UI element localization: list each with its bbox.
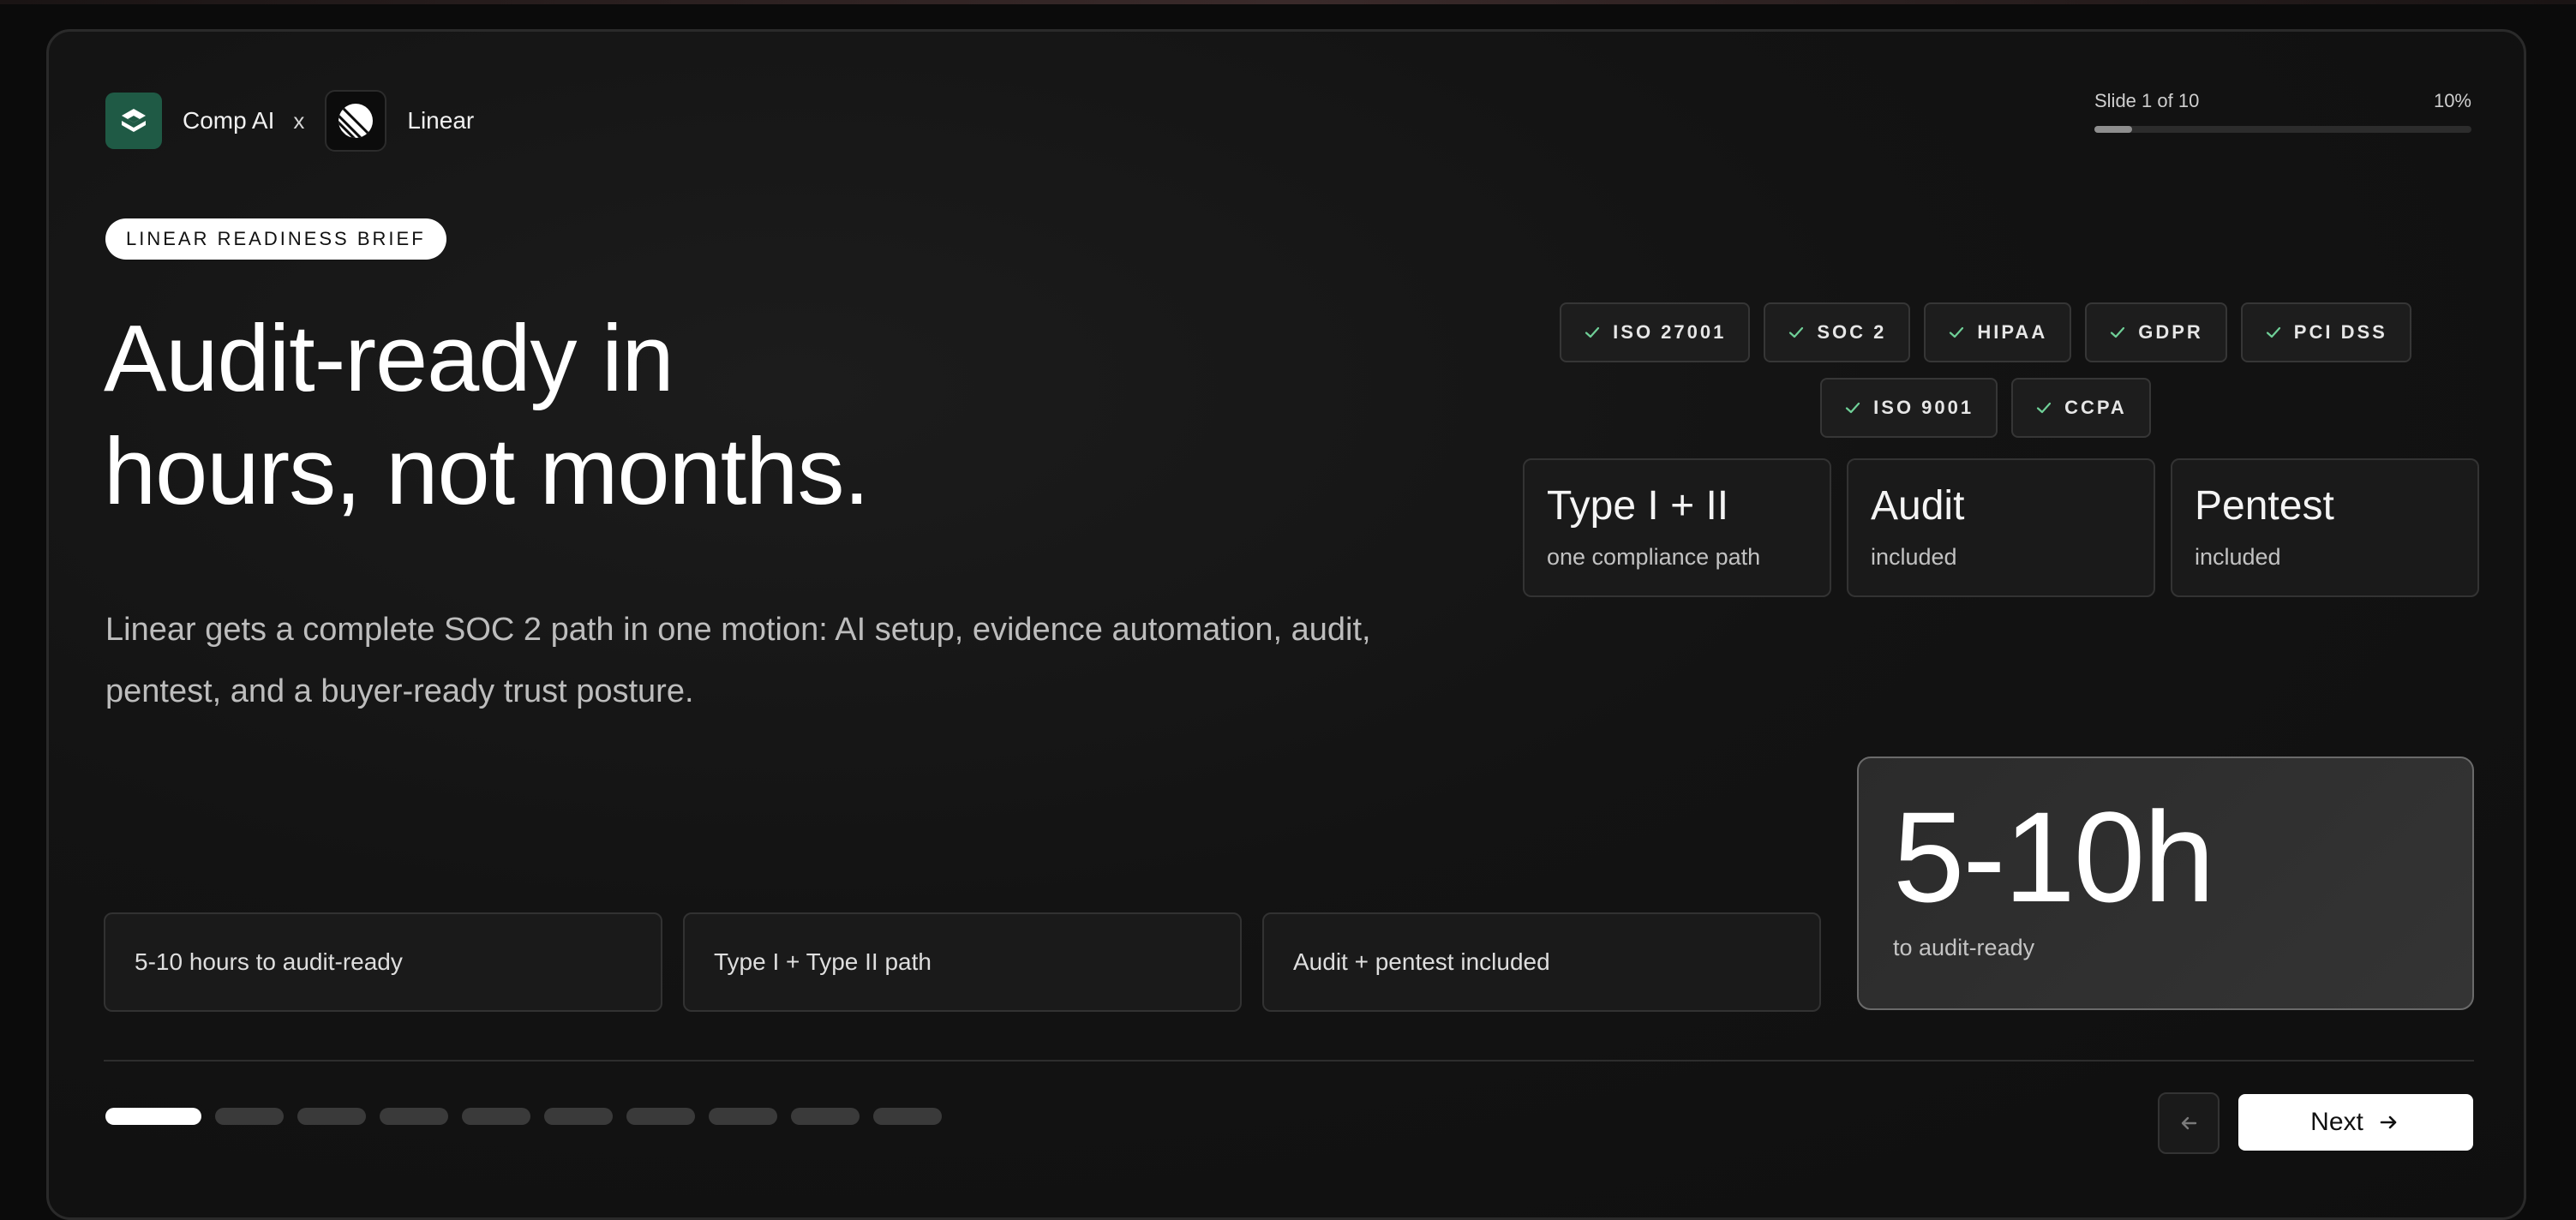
certification-chip: CCPA <box>2011 378 2151 438</box>
pager-dot-active[interactable] <box>105 1108 201 1125</box>
footer-divider <box>104 1060 2474 1062</box>
feature-card-subtitle: included <box>1871 544 1957 570</box>
certification-label: SOC 2 <box>1817 321 1887 343</box>
feature-card: Type I + II one compliance path <box>1523 458 1831 597</box>
summary-item: Audit + pentest included <box>1262 912 1821 1012</box>
certification-chip: SOC 2 <box>1764 302 1911 362</box>
check-icon <box>2266 326 2280 338</box>
pager-dot[interactable] <box>215 1108 284 1125</box>
stat-label: to audit-ready <box>1893 935 2035 960</box>
certification-label: GDPR <box>2138 321 2203 343</box>
headline-line-1: Audit-ready in <box>104 306 674 411</box>
feature-card: Audit included <box>1847 458 2155 597</box>
previous-slide-button[interactable] <box>2158 1092 2220 1154</box>
certification-label: CCPA <box>2064 397 2127 418</box>
feature-card-subtitle: one compliance path <box>1547 544 1761 570</box>
pager-dot[interactable] <box>873 1108 942 1125</box>
check-icon <box>1950 326 1964 338</box>
check-icon <box>1846 402 1860 414</box>
next-slide-button[interactable]: Next <box>2238 1094 2473 1151</box>
page-title: Audit-ready in hours, not months. <box>104 302 1303 529</box>
feature-card-title: Audit <box>1871 483 1965 529</box>
pager-dot[interactable] <box>380 1108 448 1125</box>
linear-logo-icon <box>325 90 387 152</box>
pager-dot[interactable] <box>544 1108 613 1125</box>
pager-dot[interactable] <box>791 1108 860 1125</box>
next-button-label: Next <box>2310 1108 2363 1136</box>
certification-label: PCI DSS <box>2293 321 2387 343</box>
hero-stat-card: 5-10h to audit-ready <box>1857 757 2474 1010</box>
certification-chip: GDPR <box>2085 302 2227 362</box>
check-icon <box>1789 326 1804 338</box>
certification-chips: ISO 27001 SOC 2 HIPAA GDPR PCI DSS ISO 9001 CC… <box>1557 302 2414 438</box>
feature-card: Pentest included <box>2171 458 2479 597</box>
brand-header: Comp AI x Linear <box>105 90 474 152</box>
brand-name-comp-ai: Comp AI <box>183 107 275 134</box>
pager-dot[interactable] <box>709 1108 777 1125</box>
headline-line-2: hours, not months. <box>104 419 870 524</box>
certification-label: HIPAA <box>1977 321 2048 343</box>
certification-chip: PCI DSS <box>2240 302 2411 362</box>
stat-value: 5-10h <box>1893 785 2215 929</box>
feature-cards: Type I + II one compliance path Audit in… <box>1523 458 2479 597</box>
progress-fill <box>2094 126 2132 133</box>
slide-pager <box>105 1108 942 1125</box>
top-accent-line <box>0 0 2576 4</box>
progress-percent: 10% <box>2433 90 2471 111</box>
certification-label: ISO 27001 <box>1613 321 1727 343</box>
brand-name-linear: Linear <box>407 107 475 134</box>
feature-card-title: Type I + II <box>1547 483 1729 529</box>
check-icon <box>2037 402 2052 414</box>
arrow-right-icon <box>2380 1115 2397 1129</box>
certification-chip: ISO 9001 <box>1820 378 1998 438</box>
eyebrow-pill: LINEAR READINESS BRIEF <box>105 218 446 260</box>
slide-counter: Slide 1 of 10 <box>2094 90 2200 111</box>
comp-ai-logo-icon <box>105 93 162 149</box>
summary-strip: 5-10 hours to audit-ready Type I + Type … <box>104 912 1821 1012</box>
certification-label: ISO 9001 <box>1873 397 1974 418</box>
pager-dot[interactable] <box>462 1108 530 1125</box>
feature-card-title: Pentest <box>2195 483 2334 529</box>
lede-paragraph: Linear gets a complete SOC 2 path in one… <box>105 612 1371 709</box>
certification-chip: ISO 27001 <box>1560 302 1751 362</box>
slide-progress: Slide 1 of 10 10% <box>2094 90 2471 133</box>
check-icon <box>2111 326 2125 338</box>
summary-item: 5-10 hours to audit-ready <box>104 912 662 1012</box>
pager-dot[interactable] <box>297 1108 366 1125</box>
pager-dot[interactable] <box>626 1108 695 1125</box>
check-icon <box>1585 326 1600 338</box>
brand-separator: x <box>293 107 305 134</box>
summary-item: Type I + Type II path <box>683 912 1242 1012</box>
certification-chip: HIPAA <box>1924 302 2072 362</box>
slide-frame: Comp AI x Linear Slide 1 of 10 10% LINEA… <box>46 29 2526 1220</box>
progress-track <box>2094 126 2471 133</box>
feature-card-subtitle: included <box>2195 544 2281 570</box>
arrow-left-icon <box>2181 1116 2197 1130</box>
